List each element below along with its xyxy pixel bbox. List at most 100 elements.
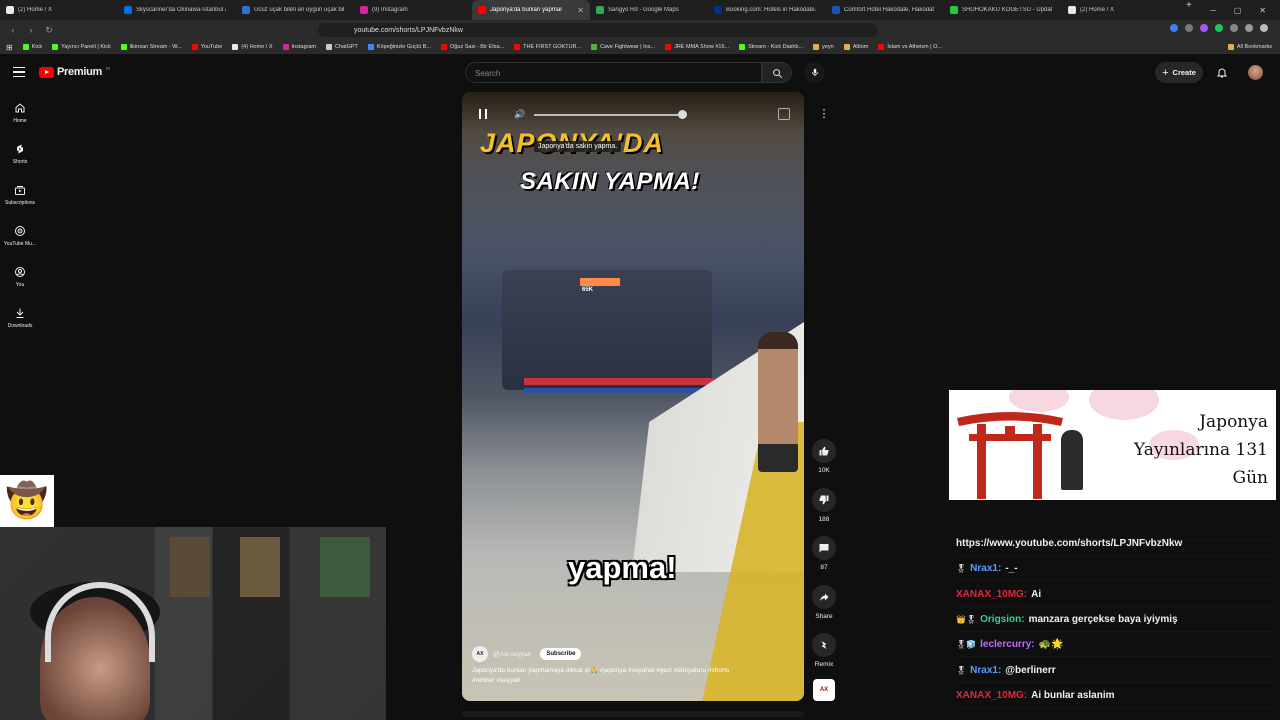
bookmark-item[interactable]: Albüm bbox=[843, 44, 868, 50]
remix-action: Remix bbox=[810, 633, 838, 682]
apps-grid-icon[interactable]: ⊞ bbox=[6, 43, 13, 52]
volume-slider-handle[interactable] bbox=[678, 110, 687, 119]
bookmark-item[interactable]: Cave Fightwear | Ins... bbox=[591, 44, 655, 50]
comments-button[interactable] bbox=[812, 536, 836, 560]
extension-icon[interactable] bbox=[1230, 24, 1238, 32]
search-button[interactable] bbox=[762, 62, 792, 83]
browser-tab[interactable]: Sangyo Rd - Google Maps bbox=[590, 0, 708, 20]
bookmark-item[interactable]: Oğuz Sasi - Bir Efsa... bbox=[441, 44, 504, 50]
tab-favicon-icon bbox=[950, 6, 958, 14]
bookmark-label: Stream - Kick Dashb... bbox=[748, 44, 804, 50]
extension-icon[interactable] bbox=[1170, 24, 1178, 32]
channel-name[interactable]: @Axi-seyyah bbox=[493, 651, 531, 658]
notifications-bell-icon[interactable] bbox=[1216, 66, 1228, 79]
bookmark-favicon-icon bbox=[232, 44, 239, 50]
sidebar-item-label: YouTube Mu... bbox=[3, 240, 37, 247]
tab-close-icon[interactable]: ✕ bbox=[577, 6, 584, 15]
chat-message-text: @berlinerr bbox=[1005, 664, 1056, 676]
tab-list: (2) Home / X Skyscanner'da Okinawa-İstanb… bbox=[0, 0, 1192, 20]
bookmark-item[interactable]: Yayıncı Paneli | Kick bbox=[52, 44, 111, 50]
browser-tab[interactable]: (2) Home / X bbox=[1062, 0, 1180, 20]
voice-search-button[interactable] bbox=[804, 62, 825, 83]
browser-tab[interactable]: (9) Instagram bbox=[354, 0, 472, 20]
bookmark-item[interactable]: İslam vs Atheism | O... bbox=[878, 44, 942, 50]
bookmark-item[interactable]: ilkinsan Stream - W... bbox=[120, 44, 182, 50]
create-button[interactable]: + Create bbox=[1155, 62, 1203, 83]
maximize-icon[interactable]: ▢ bbox=[1234, 6, 1242, 15]
next-short-preview[interactable] bbox=[462, 711, 804, 717]
back-icon[interactable]: ‹ bbox=[8, 25, 18, 35]
sidebar-item-subscriptions[interactable]: Subscriptions bbox=[0, 174, 40, 215]
browser-tab[interactable]: (2) Home / X bbox=[0, 0, 118, 20]
sidebar-item-home[interactable]: Home bbox=[0, 92, 40, 133]
volume-slider[interactable] bbox=[534, 114, 684, 116]
you-icon bbox=[15, 266, 25, 277]
chat-message: 🎖🧊 leclercurry: 🐢🌟 bbox=[956, 633, 1272, 658]
minimize-icon[interactable]: ─ bbox=[1210, 6, 1216, 15]
share-arrow-icon bbox=[820, 593, 829, 601]
sidebar-item-shorts[interactable]: Shorts bbox=[0, 133, 40, 174]
new-tab-icon[interactable]: + bbox=[1180, 0, 1192, 20]
short-video-player[interactable]: 65K 🔊 JAPONYA'DA Japonya'da sakın yapma.… bbox=[462, 92, 804, 701]
browser-tab[interactable]: Japonya'da bunları yapmar ✕ bbox=[472, 0, 590, 20]
extension-icon[interactable] bbox=[1185, 24, 1193, 32]
menu-icon[interactable] bbox=[13, 67, 25, 77]
bookmark-item[interactable]: Köpeğinizle Güçlü B... bbox=[367, 44, 431, 50]
all-bookmarks-folder[interactable]: All Bookmarks bbox=[1227, 44, 1280, 50]
menu-icon[interactable] bbox=[1260, 24, 1268, 32]
sidebar-item-youtube-mu[interactable]: YouTube Mu... bbox=[0, 215, 40, 256]
bookmark-item[interactable]: YouTube bbox=[191, 44, 222, 50]
bookmark-item[interactable]: JRE MMA Show #16... bbox=[665, 44, 729, 50]
close-window-icon[interactable]: ✕ bbox=[1259, 6, 1266, 15]
remix-channel-thumbnail[interactable]: AX bbox=[813, 679, 835, 701]
sidebar-item-downloads[interactable]: Downloads bbox=[0, 297, 40, 338]
bookmark-item[interactable]: yeyn bbox=[813, 44, 834, 50]
tab-favicon-icon bbox=[6, 6, 14, 14]
like-button[interactable] bbox=[812, 439, 836, 463]
extension-icon[interactable] bbox=[1200, 24, 1208, 32]
bookmark-item[interactable]: Instagram bbox=[282, 44, 316, 50]
chat-username: Nrax1: bbox=[970, 563, 1002, 575]
search-input[interactable]: Search bbox=[465, 62, 762, 83]
extensions-bar bbox=[1170, 24, 1268, 32]
extension-icon[interactable] bbox=[1245, 24, 1253, 32]
short-actions: 10K 188 87 Share Remix bbox=[810, 439, 838, 682]
bookmark-favicon-icon bbox=[813, 44, 820, 50]
tab-title: Skyscanner'da Okinawa-İstanbul a bbox=[136, 7, 226, 13]
short-description[interactable]: Japonya'da bunları yapmamaya dikkat et🙏 … bbox=[472, 666, 732, 686]
browser-tab[interactable]: SHUHOKAKU KOGETSU - Update bbox=[944, 0, 1062, 20]
share-button[interactable] bbox=[812, 584, 836, 609]
account-avatar[interactable] bbox=[1248, 65, 1263, 80]
forward-icon[interactable]: › bbox=[26, 25, 36, 35]
pause-button[interactable] bbox=[479, 109, 487, 119]
sidebar-item-label: You bbox=[15, 281, 25, 288]
volume-icon[interactable]: 🔊 bbox=[514, 109, 525, 119]
countdown-line1: Japonya bbox=[1199, 412, 1268, 432]
url-field[interactable]: youtube.com/shorts/LPJNFvbzNkw bbox=[318, 23, 878, 37]
bookmark-label: THE FIRST GOKTUR... bbox=[523, 44, 582, 50]
more-options-icon[interactable]: ⋮ bbox=[816, 107, 832, 123]
channel-avatar[interactable]: AX bbox=[472, 646, 488, 662]
reload-icon[interactable]: ↻ bbox=[44, 25, 54, 36]
browser-tab[interactable]: Ucuz uçak bileti en uygun uçak bil bbox=[236, 0, 354, 20]
youtube-logo[interactable]: Premium TR bbox=[39, 66, 110, 78]
chat-badge-icon: 🎖 bbox=[956, 665, 967, 675]
fullscreen-icon[interactable] bbox=[778, 108, 790, 120]
youtube-play-icon bbox=[39, 66, 54, 78]
dislike-button[interactable] bbox=[812, 487, 836, 512]
bookmark-favicon-icon bbox=[52, 44, 59, 50]
browser-tab[interactable]: Comfort Hotel Hakodate, Hakodat bbox=[826, 0, 944, 20]
extension-icon[interactable] bbox=[1215, 24, 1223, 32]
bookmark-item[interactable]: (4) Home / X bbox=[232, 44, 273, 50]
bookmark-item[interactable]: ChatGPT bbox=[325, 44, 358, 50]
bookmark-item[interactable]: Stream - Kick Dashb... bbox=[739, 44, 803, 50]
subscribe-button[interactable]: Subscribe bbox=[540, 648, 582, 660]
sidebar-item-label: Subscriptions bbox=[4, 199, 35, 206]
bookmark-item[interactable]: THE FIRST GOKTUR... bbox=[514, 44, 581, 50]
browser-tab[interactable]: Skyscanner'da Okinawa-İstanbul a bbox=[118, 0, 236, 20]
browser-tab[interactable]: Booking.com: Hotels in Hakodate. bbox=[708, 0, 826, 20]
tab-favicon-icon bbox=[832, 6, 840, 14]
remix-button[interactable] bbox=[812, 633, 836, 657]
sidebar-item-you[interactable]: You bbox=[0, 256, 40, 297]
bookmark-item[interactable]: Kick bbox=[22, 44, 42, 50]
